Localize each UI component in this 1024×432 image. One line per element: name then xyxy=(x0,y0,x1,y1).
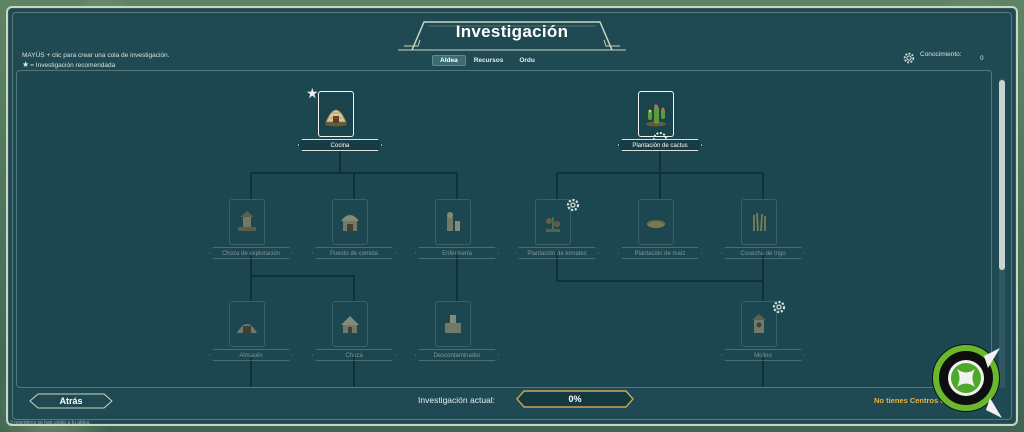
research-node-plantacion-tomates[interactable]: Plantación de tomates xyxy=(515,198,599,265)
research-node-descontaminador[interactable]: Descontaminador xyxy=(415,301,499,367)
recommended-star-icon: ★ xyxy=(22,60,30,69)
node-label: Plantación de tomates xyxy=(515,247,599,259)
hint-text: MAYÚS + clic para crear una cola de inve… xyxy=(22,51,169,70)
research-node-choza-exploracion[interactable]: Choza de exploración xyxy=(209,199,293,265)
wheat-icon xyxy=(741,199,777,245)
corn-plant-icon xyxy=(638,199,674,245)
storage-icon xyxy=(229,301,265,347)
node-label: Choza xyxy=(312,349,396,361)
footer-bar: Atrás Investigación actual: 0% No tienes… xyxy=(6,388,1018,418)
research-node-almacen[interactable]: Almacén xyxy=(209,301,293,367)
hint-recommended: ★= Investigación recomendada xyxy=(22,60,116,69)
research-node-molino[interactable]: Molino xyxy=(721,300,805,367)
page-title: Investigación xyxy=(455,22,569,41)
back-button[interactable]: Atrás xyxy=(28,392,114,410)
research-node-plantacion-maiz[interactable]: Plantación de maíz xyxy=(618,199,702,265)
scout-hut-icon xyxy=(229,199,265,245)
hint-queue: MAYÚS + clic para crear una cola de inve… xyxy=(22,52,170,59)
recommended-star-icon: ★ xyxy=(306,85,319,101)
research-node-cosecha-trigo[interactable]: Cosecha de trigo xyxy=(721,199,805,265)
gear-icon xyxy=(903,52,915,64)
scrollbar-thumb[interactable] xyxy=(999,80,1005,270)
node-label: Plantación de maíz xyxy=(618,247,702,259)
node-label: Plantación de cactus xyxy=(618,139,702,151)
gear-icon xyxy=(772,300,786,314)
knowledge-counter: Conocimiento: 0 xyxy=(902,51,988,69)
current-research-label: Investigación actual: xyxy=(418,395,496,405)
node-label: Descontaminador xyxy=(415,349,499,361)
node-label: Cocina xyxy=(298,139,382,151)
gear-icon xyxy=(566,198,580,212)
node-label: Choza de exploración xyxy=(209,247,293,259)
research-node-plantacion-cactus[interactable]: Plantación de cactus xyxy=(618,91,702,157)
hut-icon xyxy=(332,301,368,347)
node-label: Enfermería xyxy=(415,247,499,259)
xbox-logo-icon xyxy=(932,344,1002,418)
research-node-puesto-comida[interactable]: Puesto de comida xyxy=(312,199,396,265)
knowledge-value: 0 xyxy=(980,55,984,62)
tab-aldea[interactable]: Aldea xyxy=(432,54,466,66)
title-plate: Investigación xyxy=(398,12,626,52)
node-label: Molino xyxy=(721,349,805,361)
tab-ordu[interactable]: Ordu xyxy=(511,55,543,66)
tree-connectors xyxy=(250,143,764,387)
decontaminator-icon xyxy=(435,301,471,347)
research-node-cocina[interactable]: ★ Cocina xyxy=(298,85,382,157)
cooking-hut-icon xyxy=(318,91,354,137)
node-label: Almacén xyxy=(209,349,293,361)
node-label: Puesto de comida xyxy=(312,247,396,259)
category-tabs: Aldea Recursos Ordu xyxy=(432,53,592,67)
food-stall-icon xyxy=(332,199,368,245)
tab-recursos[interactable]: Recursos xyxy=(466,55,512,66)
research-node-enfermeria[interactable]: Enfermería xyxy=(415,199,499,265)
research-tree[interactable]: ★ Cocina Plantación de cactus Choza de e… xyxy=(16,70,992,388)
node-label: Cosecha de trigo xyxy=(721,247,805,259)
infirmary-icon xyxy=(435,199,471,245)
research-progress: 0% xyxy=(516,390,634,408)
village-status-text: 3 miembros se han unido a tu aldea xyxy=(10,420,90,426)
progress-value: 0% xyxy=(568,394,582,404)
knowledge-label: Conocimiento: xyxy=(920,51,962,58)
research-node-choza[interactable]: Choza xyxy=(312,301,396,367)
